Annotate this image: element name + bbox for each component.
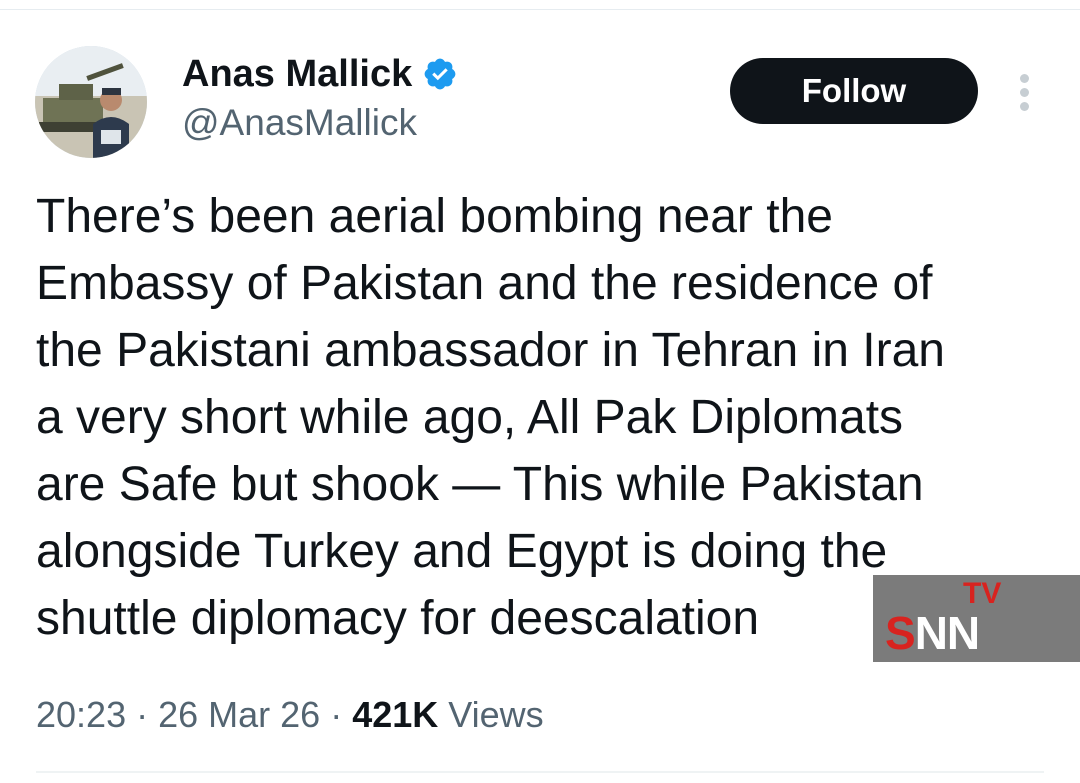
user-handle[interactable]: @AnasMallick	[182, 101, 417, 145]
tweet-card: Anas Mallick @AnasMallick Follow There’s…	[0, 0, 1080, 783]
follow-button[interactable]: Follow	[730, 58, 978, 124]
views-label: Views	[438, 694, 544, 735]
verified-badge-icon	[422, 56, 458, 92]
watermark-tv: TV	[963, 577, 1002, 610]
meta-separator-2: ·	[320, 694, 353, 735]
bottom-divider	[36, 771, 1044, 773]
views-count: 421K	[352, 694, 439, 735]
avatar[interactable]	[35, 46, 147, 158]
top-divider	[0, 9, 1080, 10]
tweet-time[interactable]: 20:23	[36, 694, 126, 735]
meta-separator: ·	[126, 694, 159, 735]
snn-tv-watermark: TV SNN	[873, 575, 1080, 662]
tweet-date[interactable]: 26 Mar 26	[158, 694, 320, 735]
avatar-photo	[35, 46, 147, 158]
tweet-meta: 20:23 · 26 Mar 26 · 421K Views	[36, 693, 544, 737]
more-options-icon[interactable]	[1010, 70, 1038, 116]
user-name-row: Anas Mallick	[182, 52, 458, 96]
watermark-logo: SNN	[885, 607, 980, 659]
user-name[interactable]: Anas Mallick	[182, 52, 412, 96]
